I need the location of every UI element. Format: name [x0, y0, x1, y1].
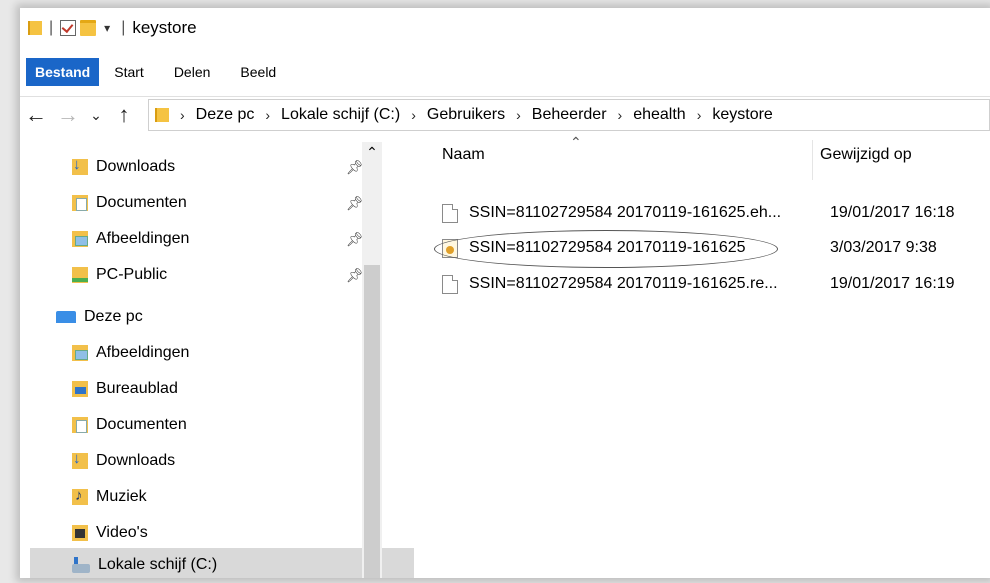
sidebar-item-pc-public[interactable]: PC-Public 📌︎	[20, 258, 412, 292]
sidebar-item-documenten[interactable]: Documenten 📌︎	[20, 186, 412, 220]
highlight-ellipse-annotation	[434, 230, 778, 268]
navigation-pane-scrollbar[interactable]: ⌃	[362, 142, 382, 578]
chevron-right-icon[interactable]: ›	[697, 107, 702, 123]
tab-start[interactable]: Start	[99, 58, 159, 86]
desktop-folder-icon	[72, 381, 88, 397]
address-bar[interactable]: › Deze pc › Lokale schijf (C:) › Gebruik…	[148, 99, 990, 131]
column-header-name[interactable]: Naam	[442, 146, 485, 164]
file-modified-date: 19/01/2017 16:19	[830, 275, 955, 292]
chevron-right-icon[interactable]: ›	[265, 107, 270, 123]
forward-arrow-icon[interactable]: →	[52, 102, 84, 128]
sidebar-item-label: Downloads	[96, 452, 176, 469]
sidebar-item-label: Afbeeldingen	[96, 230, 190, 247]
file-icon	[442, 203, 458, 223]
file-modified-date: 19/01/2017 16:18	[830, 204, 955, 221]
recent-locations-chevron-down-icon[interactable]: ⌄	[84, 107, 108, 124]
tab-delen[interactable]: Delen	[159, 58, 226, 86]
file-row[interactable]: SSIN=81102729584 20170119-161625.eh... 1…	[442, 200, 990, 226]
sidebar-item-label: Afbeeldingen	[96, 344, 190, 361]
sidebar-item-bureaublad[interactable]: Bureaublad	[20, 372, 412, 406]
sidebar-item-label: PC-Public	[96, 266, 168, 283]
sidebar-item-label: Muziek	[96, 488, 147, 505]
computer-icon	[56, 311, 76, 323]
separator: |	[121, 19, 126, 36]
chevron-right-icon[interactable]: ›	[180, 107, 185, 123]
file-name: SSIN=81102729584 20170119-161625.eh...	[469, 204, 782, 221]
file-icon	[442, 274, 458, 294]
tab-bestand[interactable]: Bestand	[26, 58, 100, 86]
sidebar-item-label: Deze pc	[84, 308, 143, 325]
folder-icon	[28, 21, 42, 35]
breadcrumb-deze-pc[interactable]: Deze pc	[196, 106, 255, 124]
back-arrow-icon[interactable]: ←	[20, 102, 52, 128]
breadcrumb-lokale-schijf[interactable]: Lokale schijf (C:)	[281, 106, 400, 124]
sidebar-item-documenten-pc[interactable]: Documenten	[20, 408, 412, 442]
music-folder-icon	[72, 487, 88, 505]
sort-ascending-chevron-up-icon: ⌃	[570, 134, 582, 150]
sidebar-item-label: Lokale schijf (C:)	[98, 556, 218, 573]
documents-folder-icon	[72, 195, 88, 211]
chevron-right-icon[interactable]: ›	[618, 107, 623, 123]
explorer-window: | ▾ | keystore Bestand Start Delen Beeld…	[20, 8, 990, 578]
sidebar-item-label: Documenten	[96, 194, 187, 211]
sidebar-item-videos[interactable]: Video's	[20, 516, 412, 550]
public-folder-icon	[72, 267, 88, 283]
breadcrumb-keystore[interactable]: keystore	[712, 106, 772, 124]
sidebar-item-lokale-schijf[interactable]: Lokale schijf (C:)	[30, 548, 414, 578]
scroll-up-chevron-icon[interactable]: ⌃	[362, 142, 382, 162]
properties-checkbox-icon[interactable]	[60, 20, 77, 36]
downloads-folder-icon	[72, 156, 88, 175]
sidebar-item-label: Downloads	[96, 158, 176, 175]
file-modified-date: 3/03/2017 9:38	[830, 239, 937, 256]
folder-icon	[155, 108, 169, 122]
separator: |	[49, 19, 54, 36]
file-row[interactable]: SSIN=81102729584 20170119-161625.re... 1…	[442, 271, 990, 297]
sidebar-item-label: Video's	[96, 524, 148, 541]
sidebar-item-afbeeldingen-pc[interactable]: Afbeeldingen	[20, 336, 412, 370]
downloads-folder-icon	[72, 450, 88, 469]
sidebar-item-deze-pc[interactable]: Deze pc	[20, 300, 396, 334]
column-header-modified[interactable]: Gewijzigd op	[820, 146, 912, 164]
pictures-folder-icon	[72, 231, 88, 247]
navigation-bar: ← → ⌄ ↑ › Deze pc › Lokale schijf (C:) ›…	[20, 96, 990, 133]
sidebar-item-label: Documenten	[96, 416, 187, 433]
sidebar-item-label: Bureaublad	[96, 380, 178, 397]
ribbon-tabs: Bestand Start Delen Beeld	[20, 58, 291, 86]
chevron-right-icon[interactable]: ›	[516, 107, 521, 123]
sidebar-item-afbeeldingen[interactable]: Afbeeldingen 📌︎	[20, 222, 412, 256]
scrollbar-thumb[interactable]	[364, 265, 380, 578]
drive-icon	[72, 556, 90, 573]
documents-folder-icon	[72, 417, 88, 433]
quick-access-toolbar: | ▾ |	[28, 19, 128, 37]
file-list-pane: ⌃ Naam Gewijzigd op SSIN=81102729584 201…	[382, 132, 990, 578]
breadcrumb-beheerder[interactable]: Beheerder	[532, 106, 607, 124]
chevron-right-icon[interactable]: ›	[411, 107, 416, 123]
sidebar-item-downloads-pc[interactable]: Downloads	[20, 444, 412, 478]
navigation-pane: Downloads 📌︎ Documenten 📌︎ Afbeeldingen …	[20, 142, 414, 578]
customize-toolbar-dropdown-icon[interactable]: ▾	[104, 21, 110, 35]
file-name: SSIN=81102729584 20170119-161625.re...	[469, 275, 778, 292]
new-folder-icon[interactable]	[80, 20, 97, 36]
sidebar-item-downloads[interactable]: Downloads 📌︎	[20, 150, 412, 184]
up-arrow-icon[interactable]: ↑	[108, 102, 140, 128]
title-bar: | ▾ | keystore	[20, 8, 990, 48]
breadcrumb-ehealth[interactable]: ehealth	[633, 106, 686, 124]
videos-folder-icon	[72, 525, 88, 541]
breadcrumb-gebruikers[interactable]: Gebruikers	[427, 106, 505, 124]
window-title: keystore	[132, 18, 197, 37]
sidebar-item-muziek[interactable]: Muziek	[20, 480, 412, 514]
pictures-folder-icon	[72, 345, 88, 361]
column-divider[interactable]	[812, 140, 813, 180]
tab-beeld[interactable]: Beeld	[225, 58, 291, 86]
